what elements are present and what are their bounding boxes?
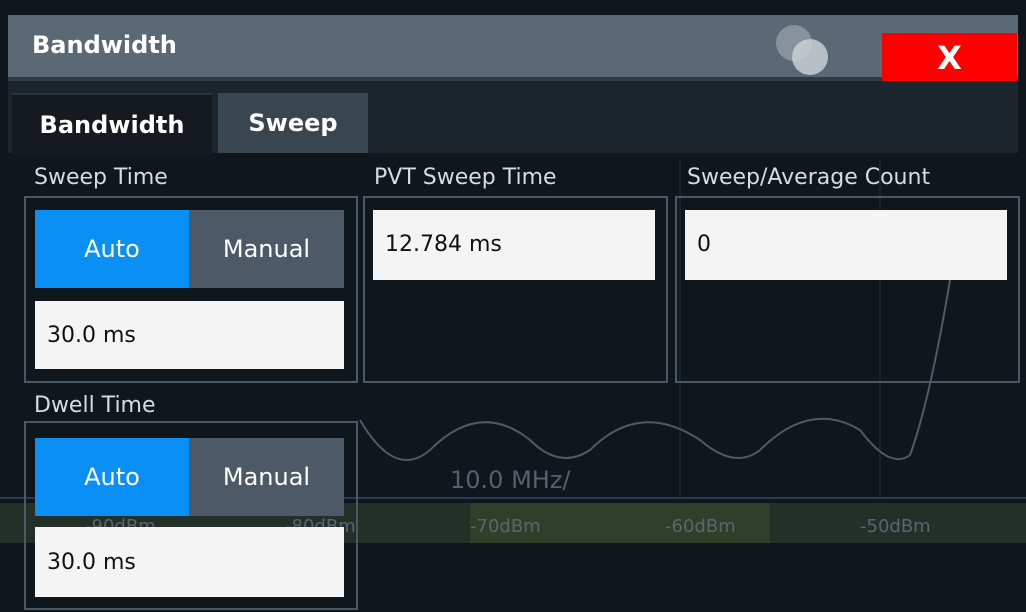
title-bar[interactable]: Bandwidth X (8, 15, 1018, 83)
bandwidth-dialog: 10.0 MHz/ -90dBm -80dBm -70dBm -60dBm -5… (0, 0, 1026, 612)
dwell-time-manual-option[interactable]: Manual (189, 438, 344, 516)
sweep-time-input[interactable]: 30.0 ms (35, 301, 344, 369)
sweep-tab-content: Sweep Time Auto Manual 30.0 ms PVT Sweep… (8, 153, 1020, 610)
sweep-average-count-label: Sweep/Average Count (687, 165, 931, 190)
dwell-time-auto-option[interactable]: Auto (35, 438, 189, 516)
dwell-time-mode-toggle[interactable]: Auto Manual (35, 438, 344, 516)
dwell-time-label: Dwell Time (34, 393, 156, 418)
sweep-average-count-input[interactable]: 0 (685, 210, 1007, 280)
close-icon: X (937, 39, 962, 77)
sweep-time-mode-toggle[interactable]: Auto Manual (35, 210, 344, 288)
tab-bar: Bandwidth Sweep (8, 81, 1018, 155)
transparency-icon[interactable] (770, 17, 840, 77)
pvt-sweep-time-label: PVT Sweep Time (374, 165, 557, 190)
tab-sweep[interactable]: Sweep (218, 93, 368, 153)
dialog-title: Bandwidth (32, 31, 177, 59)
pvt-sweep-time-value: 12.784 ms (373, 210, 655, 280)
sweep-time-auto-option[interactable]: Auto (35, 210, 189, 288)
close-button[interactable]: X (882, 33, 1017, 83)
dwell-time-input[interactable]: 30.0 ms (35, 527, 344, 597)
sweep-time-manual-option[interactable]: Manual (189, 210, 344, 288)
sweep-time-label: Sweep Time (34, 165, 168, 190)
tab-bandwidth[interactable]: Bandwidth (12, 93, 212, 155)
